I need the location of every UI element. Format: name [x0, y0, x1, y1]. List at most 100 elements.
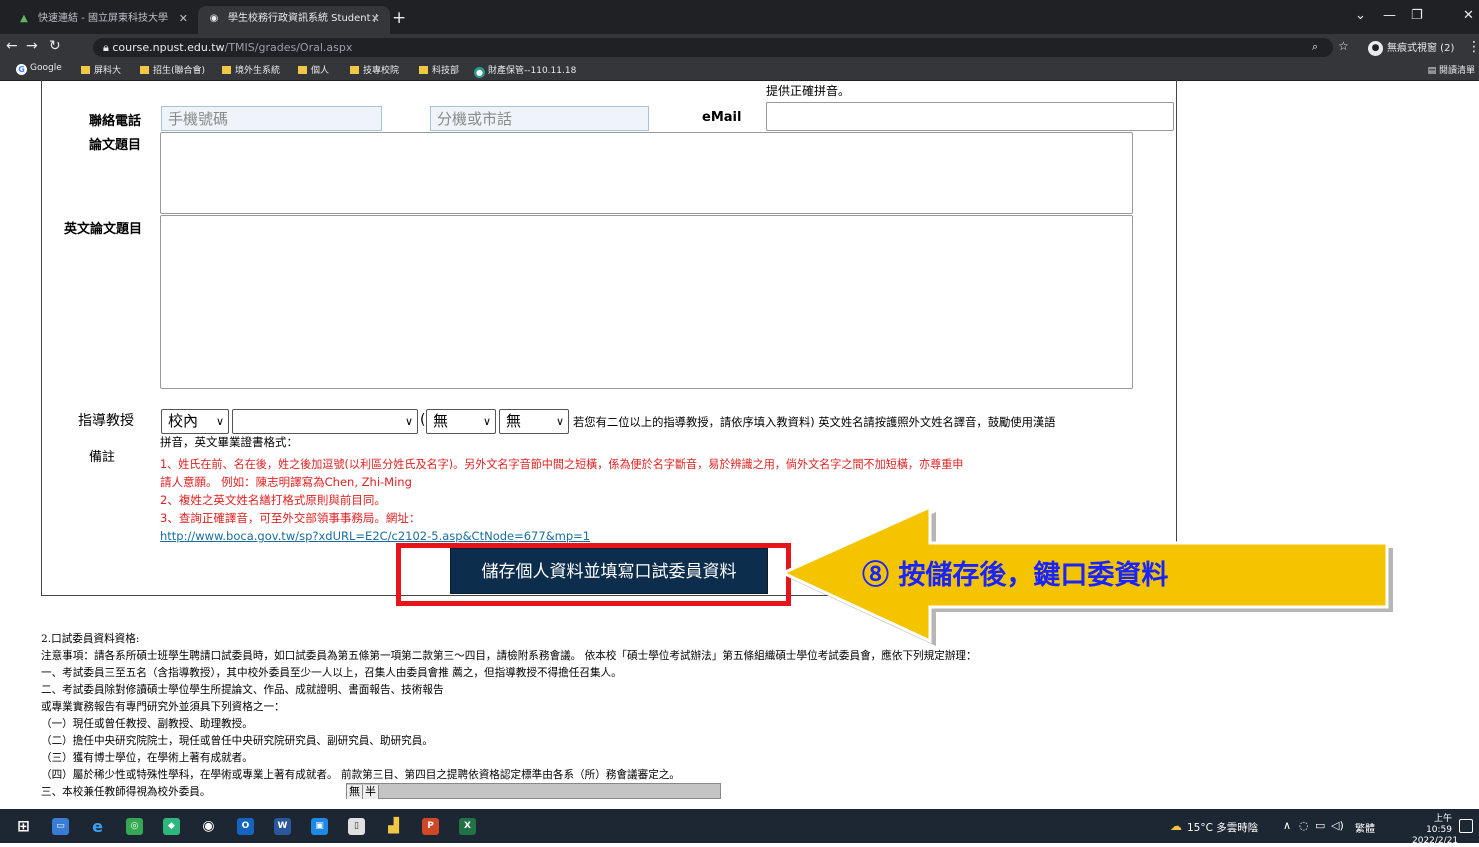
mobile-phone-input[interactable]: 手機號碼: [161, 106, 382, 131]
minimize-icon[interactable]: —: [1383, 8, 1396, 23]
bookmark-folder[interactable]: 境外生系統: [222, 63, 280, 76]
reading-list-icon: ▤: [1427, 66, 1439, 76]
close-tab-icon[interactable]: ✕: [371, 6, 380, 32]
bookmark-label: 招生(聯合會): [153, 66, 206, 76]
address-bar: ← → ↻ 🔒︎ course.npust.edu.tw/TMIS/grades…: [0, 34, 1479, 60]
app-icon[interactable]: ▣: [311, 818, 328, 835]
browser-tab-bar: ▲ 快速連結 - 國立屏東科技大學 ✕ ◉ 學生校務行政資訊系統 Student…: [0, 0, 1479, 34]
reading-list-button[interactable]: ▤ 閱讀清單: [1428, 63, 1475, 76]
ime-toolbar[interactable]: 無半: [346, 783, 721, 799]
clock-date: 2022/2/21: [1412, 836, 1459, 846]
bookmark-folder[interactable]: 個人: [298, 63, 329, 76]
remark-line: 3、查詢正確譯音，可至外交部領事事務局。網址：: [160, 511, 421, 525]
tab-quick-links[interactable]: ▲ 快速連結 - 國立屏東科技大學 ✕: [8, 6, 198, 34]
bookmark-label: 財產保管--110.11.18: [488, 66, 577, 76]
advisor-option-1-value: 無: [433, 412, 449, 430]
remark-line: 請人意願。 例如：陳志明譯寫為Chen, Zhi-Ming: [160, 475, 412, 489]
file-icon[interactable]: ▯: [348, 818, 365, 835]
advisor-scope-select[interactable]: 校內 ∨: [161, 409, 229, 434]
english-thesis-title-label: 英文論文題目: [64, 222, 143, 237]
bookmark-folder[interactable]: 屏科大: [81, 63, 121, 76]
thesis-title-textarea[interactable]: [160, 132, 1133, 214]
notes-line: （三）獲有博士學位，在學術上著有成就者。: [41, 752, 253, 764]
notes-line: 二、考試委員除對修讀碩士學位學生所提論文、作品、成就證明、書面報告、技術報告: [41, 684, 444, 696]
tab-student-system[interactable]: ◉ 學生校務行政資訊系統 Student / ✕: [198, 6, 390, 34]
chevron-down-icon: ∨: [555, 415, 564, 428]
chevron-down-icon: ∨: [404, 415, 413, 428]
bookmark-google[interactable]: G Google: [16, 63, 62, 75]
excel-icon[interactable]: X: [459, 818, 476, 835]
media-icon[interactable]: ◉: [200, 818, 217, 835]
word-icon[interactable]: W: [274, 818, 291, 835]
close-window-icon[interactable]: ✕: [1463, 8, 1474, 23]
back-icon[interactable]: ←: [6, 38, 18, 54]
weather-icon: ☁: [1170, 819, 1182, 833]
folder-icon: [350, 66, 359, 74]
powerpoint-icon[interactable]: P: [422, 818, 439, 835]
callout-text: ⑧ 按儲存後，鍵口委資料: [862, 560, 1169, 591]
site-icon: ●: [474, 67, 485, 78]
advisor-name-select[interactable]: ∨: [232, 409, 418, 434]
notes-line: （二）擔任中央研究院院士，現任或曾任中央研究院研究員、副研究員、助研究員。: [41, 735, 433, 747]
restore-icon[interactable]: ❐: [1411, 8, 1423, 23]
onedrive-icon[interactable]: ◌: [1299, 819, 1309, 832]
notification-icon[interactable]: [1459, 819, 1473, 833]
bookmark-label: Google: [30, 63, 62, 73]
remark-line: 2、複姓之英文姓名繕打格式原則與前目同。: [160, 493, 386, 507]
extension-phone-input[interactable]: 分機或市話: [430, 106, 649, 131]
bookmarks-bar: G Google 屏科大 招生(聯合會) 境外生系統 個人 技專校院 科技部 ● 財…: [0, 60, 1479, 81]
remarks-label: 備註: [89, 450, 116, 465]
bookmark-folder[interactable]: 招生(聯合會): [140, 63, 205, 76]
forward-icon[interactable]: →: [26, 38, 38, 54]
bookmark-property[interactable]: ● 財產保管--110.11.18: [474, 63, 576, 78]
windows-taskbar: ⊞ ▭ e ◎ ◆ ◉ O W ▣ ▯ ▟ P X ☁ 15°C 多雲時陰 ∧ …: [0, 809, 1479, 846]
folder-icon: [298, 66, 307, 74]
edge-icon[interactable]: e: [89, 818, 106, 835]
incognito-profile-button[interactable]: ● 無痕式視窗 (2): [1368, 39, 1454, 56]
reading-list-label: 閱讀清單: [1438, 66, 1475, 76]
profile-label: 無痕式視窗 (2): [1387, 43, 1455, 54]
network-icon[interactable]: ▭: [1315, 819, 1325, 832]
chrome-icon[interactable]: ◎: [126, 818, 143, 835]
thesis-title-label: 論文題目: [89, 138, 142, 153]
ime-mode[interactable]: 無: [347, 785, 363, 799]
email-input[interactable]: [766, 102, 1174, 131]
url-input[interactable]: 🔒︎ course.npust.edu.tw/TMIS/grades/Oral.…: [93, 38, 1333, 57]
bookmark-label: 個人: [311, 66, 330, 76]
folder-icon: [222, 66, 231, 74]
incognito-icon: ●: [1368, 40, 1383, 56]
ime-width[interactable]: 半: [363, 785, 379, 799]
bookmark-label: 境外生系統: [235, 66, 281, 76]
advisor-option-2-select[interactable]: 無 ∨: [499, 409, 569, 434]
bookmark-star-icon[interactable]: ☆: [1338, 39, 1349, 53]
zoom-icon[interactable]: ⌕: [1312, 40, 1318, 54]
task-view-icon[interactable]: ▭: [52, 818, 69, 835]
reload-icon[interactable]: ↻: [49, 38, 61, 54]
bar-chart-icon[interactable]: ▟: [385, 818, 402, 835]
advisor-option-1-select[interactable]: 無 ∨: [426, 409, 496, 434]
highlight-box: [396, 543, 791, 606]
new-tab-button[interactable]: +: [392, 8, 406, 28]
tab-search-icon[interactable]: ⌄: [1355, 8, 1366, 23]
bookmark-folder[interactable]: 科技部: [419, 63, 459, 76]
ime-indicator[interactable]: 繁體: [1355, 820, 1375, 835]
bookmark-label: 屏科大: [94, 66, 122, 76]
url-path: /TMIS/grades/Oral.aspx: [224, 41, 353, 54]
notes-line: （一）現任或曾任教授、副教授、助理教授。: [41, 718, 253, 730]
clock[interactable]: 上午 10:59 2022/2/21: [1412, 814, 1459, 847]
chat-icon[interactable]: ◆: [163, 818, 180, 835]
close-tab-icon[interactable]: ✕: [179, 6, 188, 32]
site-favicon-icon: ▲: [20, 13, 28, 24]
windows-start-icon[interactable]: ⊞: [15, 818, 32, 835]
paren: (: [420, 412, 426, 428]
volume-icon[interactable]: ◁): [1331, 819, 1344, 832]
chevron-down-icon: ∨: [482, 415, 491, 428]
notes-line: 或專業實務報告有專門研究外並須具下列資格之一：: [41, 701, 285, 713]
english-thesis-title-textarea[interactable]: [160, 215, 1133, 389]
weather-text[interactable]: 15°C 多雲時陰: [1187, 820, 1258, 835]
advisor-option-2-value: 無: [506, 412, 522, 430]
bookmark-folder[interactable]: 技專校院: [350, 63, 399, 76]
menu-icon[interactable]: ⋮: [1467, 39, 1479, 55]
tray-chevron-icon[interactable]: ∧: [1283, 819, 1291, 832]
outlook-icon[interactable]: O: [237, 818, 254, 835]
